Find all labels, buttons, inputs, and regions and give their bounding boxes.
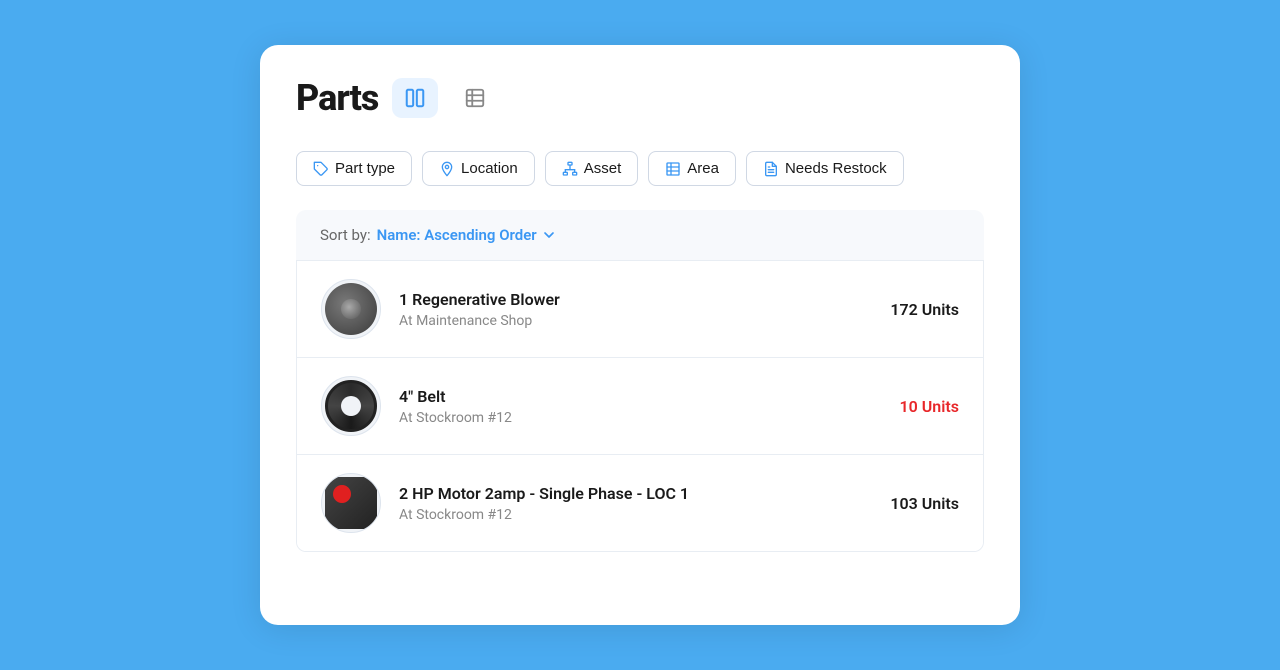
filter-location[interactable]: Location bbox=[422, 151, 535, 186]
part-row[interactable]: 1 Regenerative Blower At Maintenance Sho… bbox=[297, 261, 983, 358]
part-image-belt bbox=[321, 376, 381, 436]
part-info: 4" Belt At Stockroom #12 bbox=[399, 387, 882, 426]
part-location: At Stockroom #12 bbox=[399, 507, 872, 523]
restock-icon bbox=[763, 161, 779, 177]
part-location: At Stockroom #12 bbox=[399, 410, 882, 426]
columns-view-icon bbox=[404, 87, 426, 109]
part-info: 1 Regenerative Blower At Maintenance Sho… bbox=[399, 290, 872, 329]
parts-card: Parts Part type bbox=[260, 45, 1020, 625]
part-image-motor bbox=[321, 473, 381, 533]
part-image-blower bbox=[321, 279, 381, 339]
part-location: At Maintenance Shop bbox=[399, 313, 872, 329]
part-row[interactable]: 2 HP Motor 2amp - Single Phase - LOC 1 A… bbox=[297, 455, 983, 551]
tag-icon bbox=[313, 161, 329, 177]
filter-bar: Part type Location Asset bbox=[296, 151, 984, 186]
sort-bar: Sort by: Name: Ascending Order bbox=[296, 210, 984, 261]
parts-list: 1 Regenerative Blower At Maintenance Sho… bbox=[296, 261, 984, 552]
part-units-low: 10 Units bbox=[900, 397, 959, 416]
sort-value-button[interactable]: Name: Ascending Order bbox=[377, 226, 557, 244]
part-units: 103 Units bbox=[890, 494, 959, 513]
sort-label: Sort by: bbox=[320, 226, 371, 244]
part-units: 172 Units bbox=[890, 300, 959, 319]
parts-section: Sort by: Name: Ascending Order 1 Regener… bbox=[296, 210, 984, 552]
page-title: Parts bbox=[296, 77, 378, 119]
filter-area[interactable]: Area bbox=[648, 151, 736, 186]
part-row[interactable]: 4" Belt At Stockroom #12 10 Units bbox=[297, 358, 983, 455]
part-name: 4" Belt bbox=[399, 387, 882, 406]
filter-part-type[interactable]: Part type bbox=[296, 151, 412, 186]
part-name: 2 HP Motor 2amp - Single Phase - LOC 1 bbox=[399, 484, 872, 503]
part-info: 2 HP Motor 2amp - Single Phase - LOC 1 A… bbox=[399, 484, 872, 523]
filter-asset[interactable]: Asset bbox=[545, 151, 639, 186]
page-header: Parts bbox=[296, 77, 984, 119]
building-icon bbox=[665, 161, 681, 177]
table-view-button[interactable] bbox=[452, 78, 498, 118]
filter-needs-restock[interactable]: Needs Restock bbox=[746, 151, 904, 186]
table-view-icon bbox=[464, 87, 486, 109]
columns-view-button[interactable] bbox=[392, 78, 438, 118]
location-pin-icon bbox=[439, 161, 455, 177]
chevron-down-icon bbox=[541, 227, 557, 243]
hierarchy-icon bbox=[562, 161, 578, 177]
part-name: 1 Regenerative Blower bbox=[399, 290, 872, 309]
